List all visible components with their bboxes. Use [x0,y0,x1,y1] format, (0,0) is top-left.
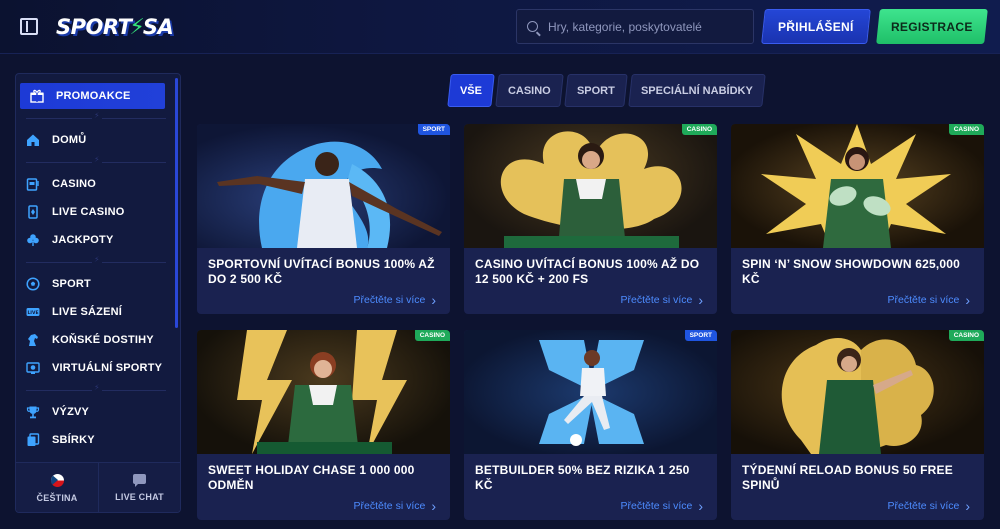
sidebar-item-label: JACKPOTY [52,234,114,246]
sidebar-item-promoakce[interactable]: PROMOAKCE [20,83,165,109]
promo-image-casino [731,330,984,454]
promo-title: SPIN ‘N’ SNOW SHOWDOWN 625,000 KČ [742,257,961,286]
sidebar-item-label: PROMOAKCE [56,90,131,102]
divider [26,255,166,264]
promo-card[interactable]: SPORT SPORTOVNÍ UVÍTACÍ BONUS 100% AŽ DO… [197,124,450,314]
tab-label: CASINO [508,84,551,97]
collection-icon [26,433,40,447]
promo-card[interactable]: CASINO SWEET HOLIDAY CHASE 1 000 000 ODM… [197,330,450,520]
sidebar-item-jackpoty[interactable]: JACKPOTY [16,227,180,253]
promo-image-sport [464,330,717,454]
promo-title: BETBUILDER 50% BEZ RIZIKA 1 250 KČ [475,463,690,492]
tab-label: SPECIÁLNÍ NABÍDKY [640,84,753,97]
divider [26,155,166,164]
promo-card[interactable]: CASINO SPIN ‘N’ SNOW SHOWDOWN 625,000 KČ… [731,124,984,314]
ball-icon [26,277,40,291]
promo-image-casino [197,330,450,454]
sidebar-item-casino[interactable]: CASINO [16,171,180,197]
sidebar-toggle-icon[interactable] [20,18,38,35]
sidebar-item-sport[interactable]: SPORT [16,271,180,297]
logo-text-right: SA [142,15,174,39]
sidebar-item-label: SBÍRKY [52,434,95,446]
promo-filter-tabs: VŠE CASINO SPORT SPECIÁLNÍ NABÍDKY [447,74,766,107]
tab-sport[interactable]: SPORT [564,74,628,107]
sidebar-item-label: SPORT [52,278,91,290]
tab-label: SPORT [576,84,615,97]
promo-title: CASINO UVÍTACÍ BONUS 100% AŽ DO 12 500 K… [475,257,700,286]
sidebar-item-live-casino[interactable]: LIVE CASINO [16,199,180,225]
sidebar-item-label: VÝZVY [52,406,90,418]
card-icon [26,205,40,219]
read-more-link[interactable]: Přečtěte si více [354,292,436,308]
trophy-icon [26,405,40,419]
promo-card[interactable]: CASINO TÝDENNÍ RELOAD BONUS 50 FREE SPIN… [731,330,984,520]
language-label: ČEŠTINA [36,492,78,503]
slot-machine-icon [26,177,40,191]
sidebar-bottom-bar: ČEŠTINA LIVE CHAT [16,462,180,512]
gift-icon [30,89,44,103]
horse-icon [26,333,40,347]
promo-title: TÝDENNÍ RELOAD BONUS 50 FREE SPINŮ [742,463,953,492]
sidebar-item-virtualni-sporty[interactable]: VIRTUÁLNÍ SPORTY [16,355,180,381]
promo-title: SPORTOVNÍ UVÍTACÍ BONUS 100% AŽ DO 2 500… [208,257,435,286]
sidebar-item-label: CASINO [52,178,96,190]
promo-image-sport [197,124,450,248]
category-badge: SPORT [684,330,717,341]
top-header: SPORT⚡SA PŘIHLÁŠENÍ REGISTRACE [0,0,1000,54]
promo-image-casino [464,124,717,248]
sidebar-item-konske-dostihy[interactable]: KOŇSKÉ DOSTIHY [16,327,180,353]
register-button-label: REGISTRACE [891,19,973,34]
czech-flag-icon [50,473,64,487]
search-box[interactable] [516,9,754,44]
chat-icon [133,474,146,487]
sidebar-item-label: DOMŮ [52,134,87,146]
promo-card[interactable]: SPORT BETBUILDER 50% BEZ RIZIKA 1 250 KČ… [464,330,717,520]
tab-casino[interactable]: CASINO [495,74,564,107]
sidebar-item-domu[interactable]: DOMŮ [16,127,180,153]
live-chat-button[interactable]: LIVE CHAT [98,463,180,512]
login-button[interactable]: PŘIHLÁŠENÍ [761,9,871,44]
live-chat-label: LIVE CHAT [115,492,164,502]
virtual-icon [26,361,40,375]
home-icon [26,133,40,147]
category-badge: CASINO [948,124,984,135]
logo[interactable]: SPORT ⚡ SA [56,12,174,42]
category-badge: SPORT [417,124,450,135]
read-more-link[interactable]: Přečtěte si více [621,498,703,514]
svg-text:LIVE: LIVE [27,310,38,316]
sidebar-item-label: KOŇSKÉ DOSTIHY [52,334,154,346]
promo-card[interactable]: CASINO CASINO UVÍTACÍ BONUS 100% AŽ DO 1… [464,124,717,314]
clover-icon [26,233,40,247]
live-icon: LIVE [26,305,40,319]
language-selector[interactable]: ČEŠTINA [16,463,98,512]
category-badge: CASINO [414,330,450,341]
logo-text-left: SPORT [56,15,132,39]
register-button[interactable]: REGISTRACE [876,9,988,44]
sidebar-item-label: LIVE SÁZENÍ [52,306,123,318]
promo-title: SWEET HOLIDAY CHASE 1 000 000 ODMĚN [208,463,415,492]
login-button-label: PŘIHLÁŠENÍ [778,19,854,34]
category-badge: CASINO [948,330,984,341]
sidebar-item-live-sazeni[interactable]: LIVE LIVE SÁZENÍ [16,299,180,325]
search-input[interactable] [548,19,738,34]
tab-label: VŠE [460,84,483,97]
tab-specialni-nabidky[interactable]: SPECIÁLNÍ NABÍDKY [627,74,766,107]
sidebar-item-vyzvy[interactable]: VÝZVY [16,399,180,425]
read-more-link[interactable]: Přečtěte si více [888,292,970,308]
sidebar-item-label: VIRTUÁLNÍ SPORTY [52,362,163,374]
tab-vse[interactable]: VŠE [447,74,495,107]
sidebar-item-sbirky[interactable]: SBÍRKY [16,427,180,453]
search-icon [527,21,538,32]
category-badge: CASINO [681,124,717,135]
divider [26,111,166,120]
sidebar-item-label: LIVE CASINO [52,206,125,218]
divider [26,383,166,392]
read-more-link[interactable]: Přečtěte si více [621,292,703,308]
read-more-link[interactable]: Přečtěte si více [354,498,436,514]
read-more-link[interactable]: Přečtěte si více [888,498,970,514]
promo-image-casino [731,124,984,248]
sidebar: PROMOAKCE DOMŮ CASINO LIVE CASINO JACKPO… [15,73,181,513]
